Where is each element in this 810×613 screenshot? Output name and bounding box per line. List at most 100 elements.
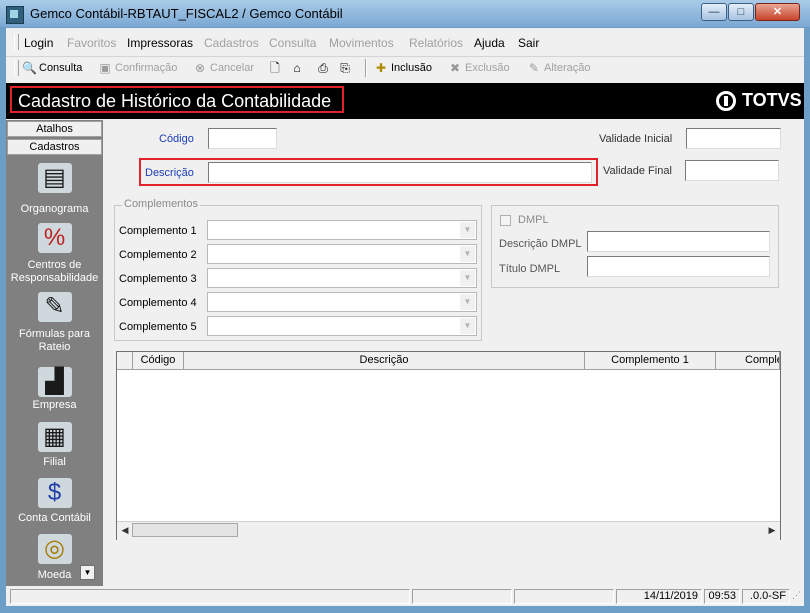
menu-ajuda[interactable]: Ajuda <box>474 36 505 50</box>
chevron-down-icon[interactable]: ▼ <box>460 318 475 334</box>
sidebar-item-formulas[interactable]: ✎ Fórmulas para Rateio <box>6 292 103 354</box>
menu-impressoras[interactable]: Impressoras <box>127 36 193 50</box>
chevron-down-icon[interactable]: ▼ <box>460 246 475 262</box>
cancel-icon: ⊗ <box>194 61 206 75</box>
sidebar-item-centros[interactable]: % Centros de Responsabilidade <box>6 223 103 285</box>
menu-relatorios[interactable]: Relatórios <box>409 36 463 50</box>
complemento-4-select[interactable]: ▼ <box>207 292 477 312</box>
brand-logo: TOTVS <box>716 90 802 111</box>
complemento-2-label: Complemento 2 <box>119 249 197 261</box>
codigo-input[interactable] <box>208 128 277 149</box>
complemento-1-label: Complemento 1 <box>119 225 197 237</box>
sidebar-tab-cadastros[interactable]: Cadastros <box>7 139 102 155</box>
brand-name: TOTVS <box>742 90 802 110</box>
sidebar-item-label: Conta Contábil <box>18 512 91 524</box>
complemento-2-select[interactable]: ▼ <box>207 244 477 264</box>
descricao-input[interactable] <box>208 162 592 183</box>
app-icon[interactable] <box>6 6 24 24</box>
complemento-3-label: Complemento 3 <box>119 273 197 285</box>
validade-final-label: Validade Final <box>603 165 672 177</box>
consulta-button[interactable]: 🔍 Consulta <box>22 61 82 75</box>
grid-header-complemento-2[interactable]: Comple <box>716 352 780 370</box>
menu-cadastros[interactable]: Cadastros <box>204 36 259 50</box>
alteracao-button[interactable]: ✎ Alteração <box>527 61 591 75</box>
menu-login[interactable]: Login <box>24 36 53 50</box>
validade-inicial-input[interactable] <box>686 128 781 149</box>
toolbar-grip <box>14 60 19 76</box>
alteracao-label: Alteração <box>544 62 591 74</box>
binoculars-icon: 🔍 <box>22 61 37 75</box>
sidebar-item-label: Centros de Responsabilidade <box>10 259 99 284</box>
chevron-down-icon[interactable]: ▼ <box>460 222 475 238</box>
cancelar-button[interactable]: ⊗ Cancelar <box>193 61 254 75</box>
status-version: .0.0-SF <box>742 589 790 604</box>
scroll-thumb[interactable] <box>132 523 238 537</box>
open-folder-icon: ⌂ <box>293 61 301 75</box>
new-document-icon: 🗋 <box>270 61 280 75</box>
inclusao-label: Inclusão <box>391 62 432 74</box>
coins-icon: ◎ <box>37 534 72 564</box>
codigo-label: Código <box>159 133 194 145</box>
scroll-right-icon[interactable]: ▶ <box>765 523 779 537</box>
sidebar-item-filial[interactable]: ▦ Filial <box>6 422 103 468</box>
confirmacao-button[interactable]: ▣ Confirmação <box>98 61 177 75</box>
chevron-down-icon[interactable]: ▼ <box>460 294 475 310</box>
status-cell-empty-2 <box>514 589 614 604</box>
records-grid[interactable] <box>116 351 781 540</box>
delete-record-icon: ✖ <box>449 61 461 75</box>
toolbar-separator <box>365 59 367 77</box>
totvs-logo-icon <box>716 90 736 111</box>
open-folder-button[interactable]: ⌂ <box>290 61 304 75</box>
descricao-dmpl-input[interactable] <box>587 231 770 252</box>
complementos-title: Complementos <box>122 198 200 210</box>
window-title: Gemco Contábil-RBTAUT_FISCAL2 / Gemco Co… <box>30 6 343 21</box>
complemento-3-select[interactable]: ▼ <box>207 268 477 288</box>
inclusao-button[interactable]: ✚ Inclusão <box>374 61 432 75</box>
grid-header-complemento-1[interactable]: Complemento 1 <box>585 352 716 370</box>
close-button[interactable]: ✕ <box>755 3 800 21</box>
sidebar-item-label: Filial <box>43 456 66 468</box>
descricao-dmpl-label: Descrição DMPL <box>499 238 582 250</box>
sidebar-tab-atalhos[interactable]: Atalhos <box>7 121 102 137</box>
print-preview-button[interactable]: ⎘ <box>338 61 352 75</box>
dmpl-checkbox[interactable] <box>500 215 511 226</box>
status-cell-empty <box>412 589 512 604</box>
sidebar-item-conta-contabil[interactable]: $ Conta Contábil <box>6 478 103 524</box>
page-title: Cadastro de Histórico da Contabilidade <box>10 86 344 113</box>
menu-movimentos[interactable]: Movimentos <box>329 36 394 50</box>
cancelar-label: Cancelar <box>210 62 255 74</box>
chevron-down-icon[interactable]: ▼ <box>460 270 475 286</box>
menu-favoritos[interactable]: Favoritos <box>67 36 116 50</box>
sidebar-item-label: Organograma <box>20 203 89 215</box>
money-bag-icon: $ <box>37 478 72 508</box>
dmpl-label: DMPL <box>518 214 549 226</box>
resize-grip-icon[interactable]: ⋰ <box>792 590 804 604</box>
maximize-button[interactable]: □ <box>728 3 754 21</box>
exclusao-button[interactable]: ✖ Exclusão <box>448 61 510 75</box>
scroll-left-icon[interactable]: ◀ <box>118 523 132 537</box>
print-button[interactable]: ⎙ <box>316 61 330 75</box>
menu-consulta[interactable]: Consulta <box>269 36 316 50</box>
formula-pencil-icon: ✎ <box>37 292 72 322</box>
minimize-button[interactable]: — <box>701 3 727 21</box>
sidebar-scroll-down-button[interactable]: ▼ <box>80 565 95 580</box>
new-document-button[interactable]: 🗋 <box>268 61 282 75</box>
complemento-5-select[interactable]: ▼ <box>207 316 477 336</box>
complemento-1-select[interactable]: ▼ <box>207 220 477 240</box>
titulo-dmpl-input[interactable] <box>587 256 770 277</box>
factory-icon: ▟ <box>37 367 72 397</box>
percent-money-icon: % <box>37 223 72 253</box>
sidebar-item-organograma[interactable]: ▤ Organograma <box>6 163 103 215</box>
printer-icon: ⎙ <box>318 61 328 75</box>
status-message <box>10 589 410 604</box>
validade-final-input[interactable] <box>685 160 779 181</box>
grid-header-codigo[interactable]: Código <box>133 352 184 370</box>
menu-grip <box>14 34 19 50</box>
consulta-label: Consulta <box>39 62 83 74</box>
edit-record-icon: ✎ <box>528 61 540 75</box>
grid-header-descricao[interactable]: Descrição <box>184 352 585 370</box>
exclusao-label: Exclusão <box>465 62 510 74</box>
print-preview-icon: ⎘ <box>340 61 350 75</box>
sidebar-item-empresa[interactable]: ▟ Empresa <box>6 367 103 411</box>
menu-sair[interactable]: Sair <box>518 36 539 50</box>
